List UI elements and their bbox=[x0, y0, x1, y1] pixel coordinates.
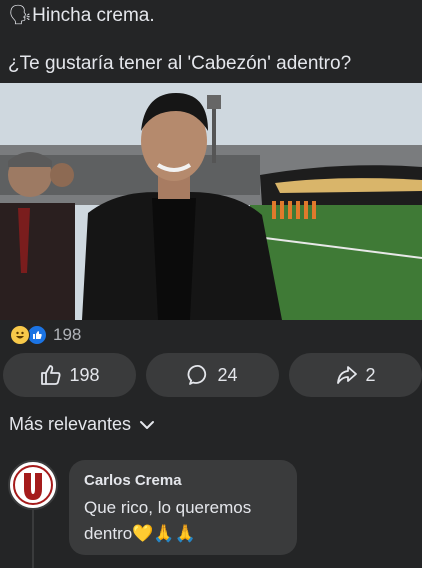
post-text-line-1: 🗣Hincha crema. bbox=[8, 5, 155, 26]
like-count: 198 bbox=[69, 364, 100, 385]
comment-bubble[interactable]: Carlos Crema Que rico, lo queremos dentr… bbox=[69, 460, 297, 555]
chevron-down-icon bbox=[140, 420, 155, 429]
like-button[interactable]: 198 bbox=[3, 353, 136, 397]
comment-bubble-icon bbox=[188, 364, 207, 385]
thumbs-up-icon bbox=[41, 365, 61, 385]
club-crest-icon bbox=[13, 465, 53, 505]
comment-count: 24 bbox=[217, 364, 238, 385]
reactions-summary[interactable]: 198 bbox=[10, 322, 81, 348]
haha-icon bbox=[10, 325, 30, 345]
share-button[interactable]: 2 bbox=[289, 353, 422, 397]
comment-text: Que rico, lo queremos dentro💛🙏🙏 bbox=[84, 498, 252, 543]
stadium-photo bbox=[0, 83, 422, 320]
speaking-head-icon: 🗣 bbox=[8, 5, 33, 26]
comments-sort-dropdown[interactable]: Más relevantes bbox=[9, 414, 155, 435]
commenter-avatar[interactable] bbox=[8, 460, 58, 510]
post-photo[interactable] bbox=[0, 83, 422, 320]
comment-button[interactable]: 24 bbox=[146, 353, 279, 397]
share-arrow-icon bbox=[337, 366, 358, 384]
comment-author[interactable]: Carlos Crema bbox=[84, 472, 182, 489]
thread-line bbox=[32, 508, 34, 568]
sort-label: Más relevantes bbox=[9, 414, 132, 434]
reactions-count: 198 bbox=[53, 325, 82, 344]
like-icon bbox=[27, 325, 47, 345]
post-text-line-2: ¿Te gustaría tener al 'Cabezón' adentro? bbox=[8, 53, 352, 74]
share-count: 2 bbox=[365, 364, 376, 385]
post-text: 🗣Hincha crema. ¿Te gustaría tener al 'Ca… bbox=[8, 2, 418, 77]
